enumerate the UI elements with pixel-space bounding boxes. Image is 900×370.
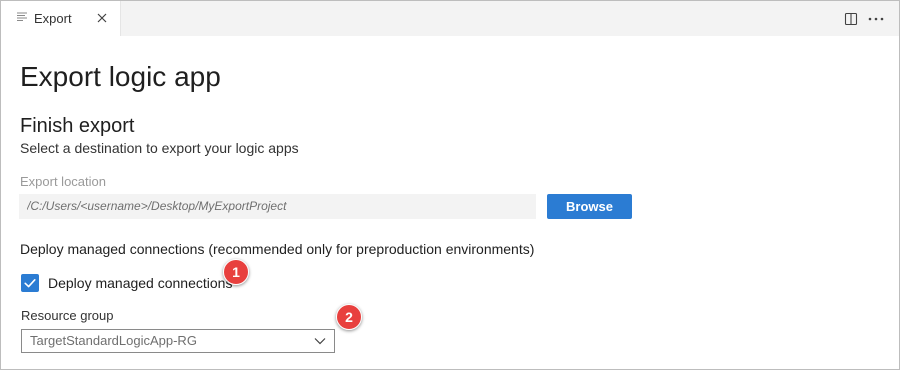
close-icon[interactable] [96,12,108,24]
export-location-label: Export location [20,174,106,189]
tab-export[interactable]: Export [1,1,121,36]
split-editor-icon[interactable] [843,11,859,27]
deploy-connections-heading: Deploy managed connections (recommended … [20,241,535,257]
deploy-connections-checkbox[interactable] [21,274,39,292]
export-editor-window: Export Export logic app Finish export Se… [0,0,900,370]
editor-tab-bar: Export [1,1,899,36]
browse-button[interactable]: Browse [547,194,632,219]
tab-label: Export [34,11,72,26]
callout-badge-2: 2 [336,304,362,330]
resource-group-selected-value: TargetStandardLogicApp-RG [30,333,197,348]
more-actions-icon[interactable] [867,11,885,27]
deploy-connections-label[interactable]: Deploy managed connections [48,275,232,291]
resource-group-dropdown[interactable]: TargetStandardLogicApp-RG [21,329,335,353]
page-title: Export logic app [20,61,221,92]
section-title: Finish export [20,115,135,137]
section-description: Select a destination to export your logi… [20,140,299,156]
resource-group-label: Resource group [21,308,114,323]
document-lines-icon [17,12,27,21]
checkmark-icon [24,279,36,288]
callout-badge-1: 1 [223,259,249,285]
chevron-down-icon [314,338,326,345]
export-location-input[interactable] [19,194,536,219]
